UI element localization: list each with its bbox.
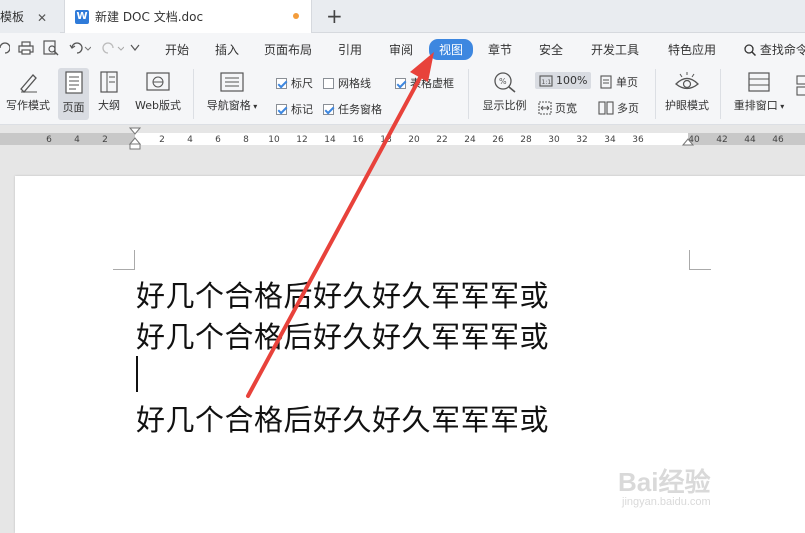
watermark-brand: Bai经验 [618, 467, 711, 497]
baidu-jingyan-watermark: Bai经验 jingyan.baidu.com [618, 462, 768, 522]
watermark-url: jingyan.baidu.com [622, 496, 711, 508]
annotation-arrow-icon [246, 52, 434, 398]
